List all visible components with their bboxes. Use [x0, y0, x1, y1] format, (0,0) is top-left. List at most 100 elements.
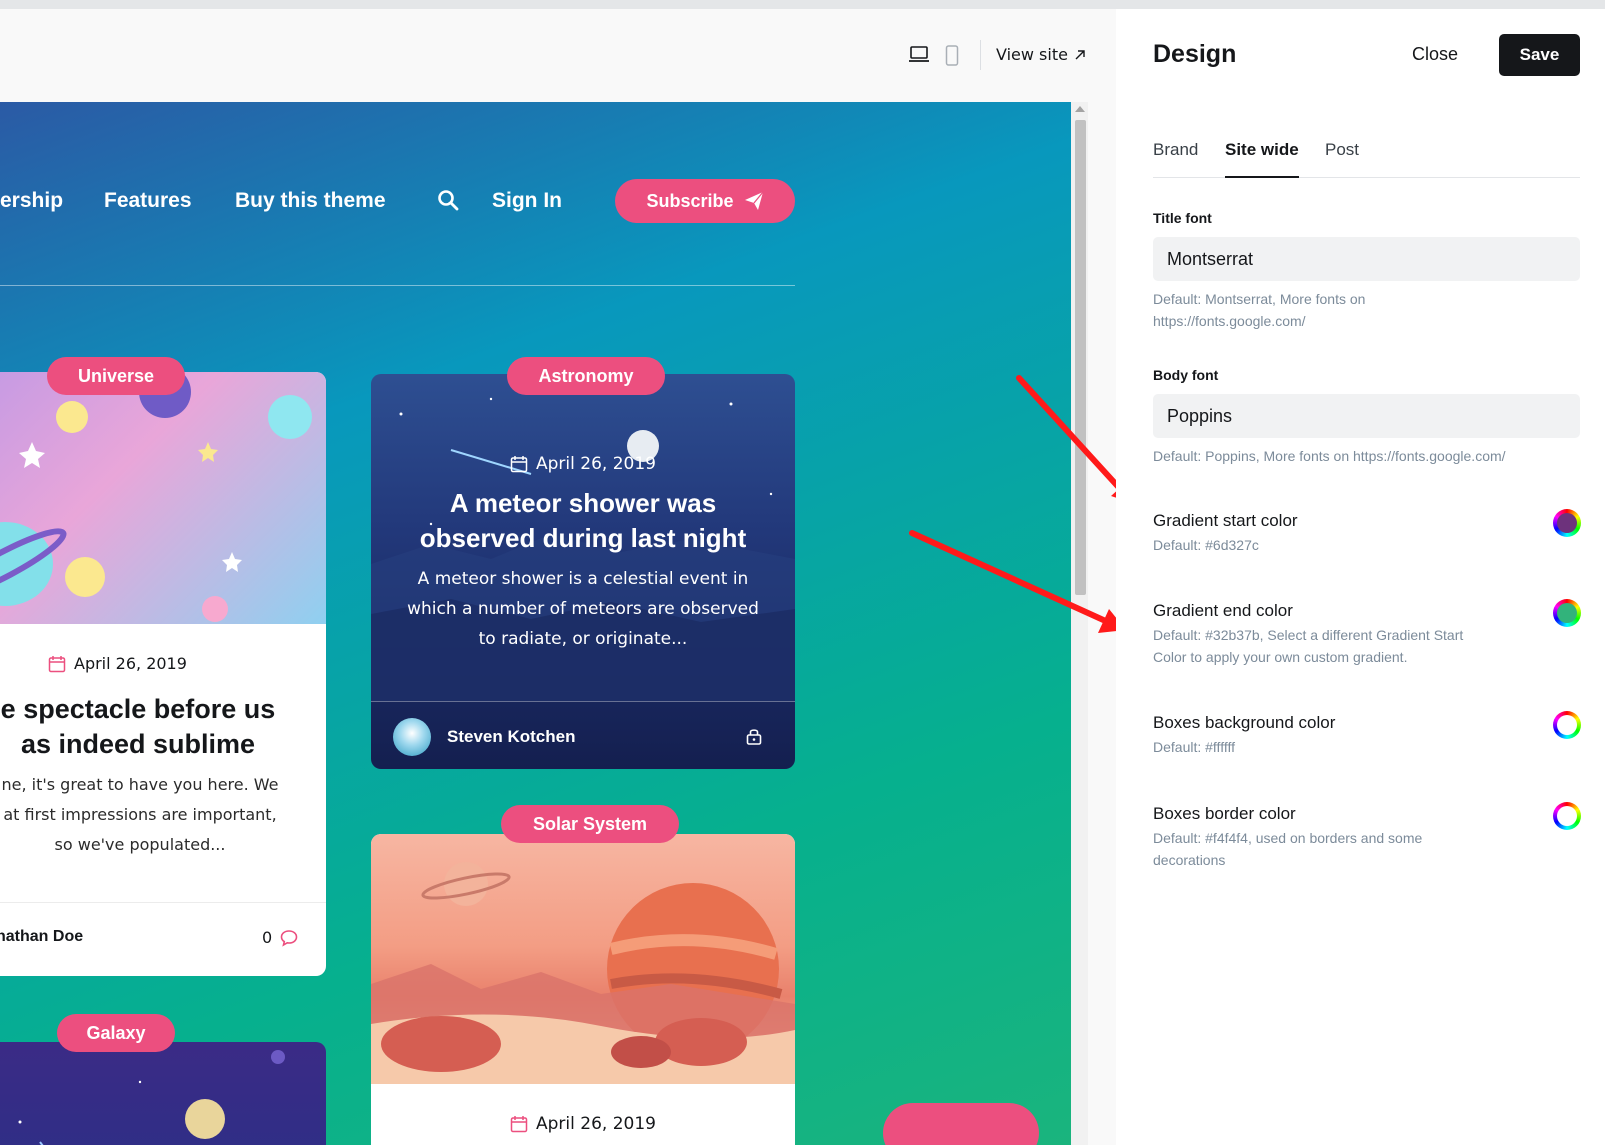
desktop-icon[interactable] — [908, 45, 930, 69]
avatar[interactable] — [393, 718, 431, 756]
annotation-arrow — [909, 530, 1126, 633]
paper-plane-icon — [744, 191, 764, 210]
hint-line: Color to apply your own custom gradient. — [1153, 649, 1408, 665]
tag-solar-system[interactable]: Solar System — [501, 805, 679, 843]
swatch-fill — [1557, 603, 1577, 623]
hint-line: decorations — [1153, 852, 1226, 868]
post-card-galaxy[interactable] — [0, 1042, 326, 1145]
post-image-galaxy — [18, 1050, 285, 1145]
calendar-icon — [510, 1116, 528, 1133]
post-author[interactable]: nathan Doe — [0, 928, 83, 946]
gradient-end-hint: Default: #32b37b, Select a different Gra… — [1153, 624, 1580, 668]
tab-brand[interactable]: Brand — [1153, 140, 1198, 178]
nav-item-buy-theme[interactable]: Buy this theme — [235, 189, 386, 213]
search-icon[interactable] — [437, 189, 459, 217]
tag-galaxy[interactable]: Galaxy — [57, 1014, 175, 1052]
hint-line: Default: #32b37b, Select a different Gra… — [1153, 627, 1464, 643]
post-image-universe — [0, 372, 326, 624]
swatch-fill — [1557, 715, 1577, 735]
post-excerpt-line: ne, it's great to have you here. We — [1, 775, 279, 794]
nav-item-membership[interactable]: ership — [0, 189, 63, 213]
gradient-end-label: Gradient end color — [1153, 601, 1293, 620]
comment-count[interactable]: 0 — [262, 928, 298, 947]
boxes-background-label: Boxes background color — [1153, 713, 1336, 732]
post-date: April 26, 2019 — [48, 654, 187, 673]
floating-subscribe-button[interactable] — [883, 1103, 1039, 1145]
subscribe-button[interactable]: Subscribe — [615, 179, 795, 223]
calendar-icon — [510, 456, 528, 473]
nav-item-sign-in[interactable]: Sign In — [492, 189, 562, 213]
post-excerpt-line: so we've populated... — [54, 835, 226, 854]
boxes-background-hint: Default: #ffffff — [1153, 736, 1580, 758]
post-title-line: observed during last night — [419, 523, 747, 553]
post-date-text: April 26, 2019 — [536, 454, 656, 474]
card-divider — [0, 902, 326, 903]
gradient-start-label: Gradient start color — [1153, 511, 1298, 530]
gradient-start-color-picker[interactable] — [1553, 509, 1581, 537]
post-date-text: April 26, 2019 — [536, 1114, 656, 1134]
design-panel: Design Close Save Brand Site wide Post T… — [1116, 9, 1605, 1145]
save-button[interactable]: Save — [1499, 34, 1580, 76]
panel-title: Design — [1153, 40, 1237, 68]
post-image-solar-system — [371, 834, 795, 1084]
post-card-solar-system[interactable]: April 26, 2019 — [371, 834, 795, 1145]
swatch-fill — [1557, 806, 1577, 826]
post-excerpt: ne, it's great to have you here. We at f… — [0, 770, 300, 860]
preview-toolbar: View site — [0, 9, 1116, 102]
tab-post[interactable]: Post — [1325, 140, 1359, 178]
tag-universe[interactable]: Universe — [47, 357, 185, 395]
subscribe-label: Subscribe — [646, 190, 734, 211]
boxes-background-color-picker[interactable] — [1553, 711, 1581, 739]
view-site-label: View site — [996, 45, 1068, 64]
nav-divider — [0, 285, 795, 286]
hint-line: Default: Montserrat, More fonts on — [1153, 291, 1366, 307]
hint-line: https://fonts.google.com/ — [1153, 313, 1306, 329]
calendar-icon — [48, 655, 66, 672]
body-font-input[interactable]: Poppins — [1153, 394, 1580, 438]
comment-icon — [280, 929, 298, 947]
scroll-up-arrow-icon[interactable] — [1075, 106, 1085, 112]
swatch-fill — [1557, 513, 1577, 533]
title-font-input[interactable]: Montserrat — [1153, 237, 1580, 281]
close-button[interactable]: Close — [1412, 44, 1458, 65]
lock-icon — [746, 727, 762, 749]
post-date: April 26, 2019 — [371, 1114, 795, 1134]
post-title-line: as indeed sublime — [20, 729, 256, 759]
hint-line: Default: #ffffff — [1153, 739, 1235, 755]
external-arrow-icon — [1075, 49, 1085, 59]
nav-item-features[interactable]: Features — [104, 189, 192, 213]
hint-line: Default: #f4f4f4, used on borders and so… — [1153, 830, 1423, 846]
preview-area: View site ership Features Buy this theme… — [0, 9, 1135, 1145]
gradient-end-color-picker[interactable] — [1553, 599, 1581, 627]
post-author[interactable]: Steven Kotchen — [447, 727, 575, 747]
post-card-universe[interactable]: April 26, 2019 e spectacle before us as … — [0, 372, 326, 976]
body-font-label: Body font — [1153, 367, 1219, 383]
title-font-hint: Default: Montserrat, More fonts on https… — [1153, 288, 1580, 332]
boxes-border-label: Boxes border color — [1153, 804, 1296, 823]
post-excerpt-line: which a number of meteors are observed — [407, 599, 759, 619]
tab-site-wide[interactable]: Site wide — [1225, 140, 1299, 178]
boxes-border-hint: Default: #f4f4f4, used on borders and so… — [1153, 827, 1580, 871]
scrollbar-thumb[interactable] — [1075, 120, 1086, 595]
post-title-line: A meteor shower was — [449, 488, 717, 518]
mobile-icon[interactable] — [945, 45, 959, 71]
post-excerpt-line: at first impressions are important, — [3, 805, 277, 824]
boxes-border-color-picker[interactable] — [1553, 802, 1581, 830]
post-title-line: e spectacle before us — [0, 694, 276, 724]
post-excerpt-line: A meteor shower is a celestial event in — [417, 569, 749, 589]
post-excerpt-line: to radiate, or originate... — [478, 629, 688, 649]
view-site-link[interactable]: View site — [996, 45, 1086, 64]
comment-count-value: 0 — [262, 928, 273, 947]
hint-line: Default: #6d327c — [1153, 537, 1259, 553]
post-date: April 26, 2019 — [371, 454, 795, 474]
toolbar-divider — [980, 40, 981, 70]
tag-astronomy[interactable]: Astronomy — [507, 357, 665, 395]
gradient-start-hint: Default: #6d327c — [1153, 534, 1580, 556]
post-title[interactable]: e spectacle before us as indeed sublime — [0, 692, 308, 762]
post-date-text: April 26, 2019 — [74, 654, 187, 673]
title-font-label: Title font — [1153, 210, 1212, 226]
top-strip — [0, 0, 1605, 9]
card-divider — [371, 701, 795, 702]
post-title[interactable]: A meteor shower was observed during last… — [391, 486, 775, 556]
post-card-astronomy[interactable]: April 26, 2019 A meteor shower was obser… — [371, 374, 795, 769]
